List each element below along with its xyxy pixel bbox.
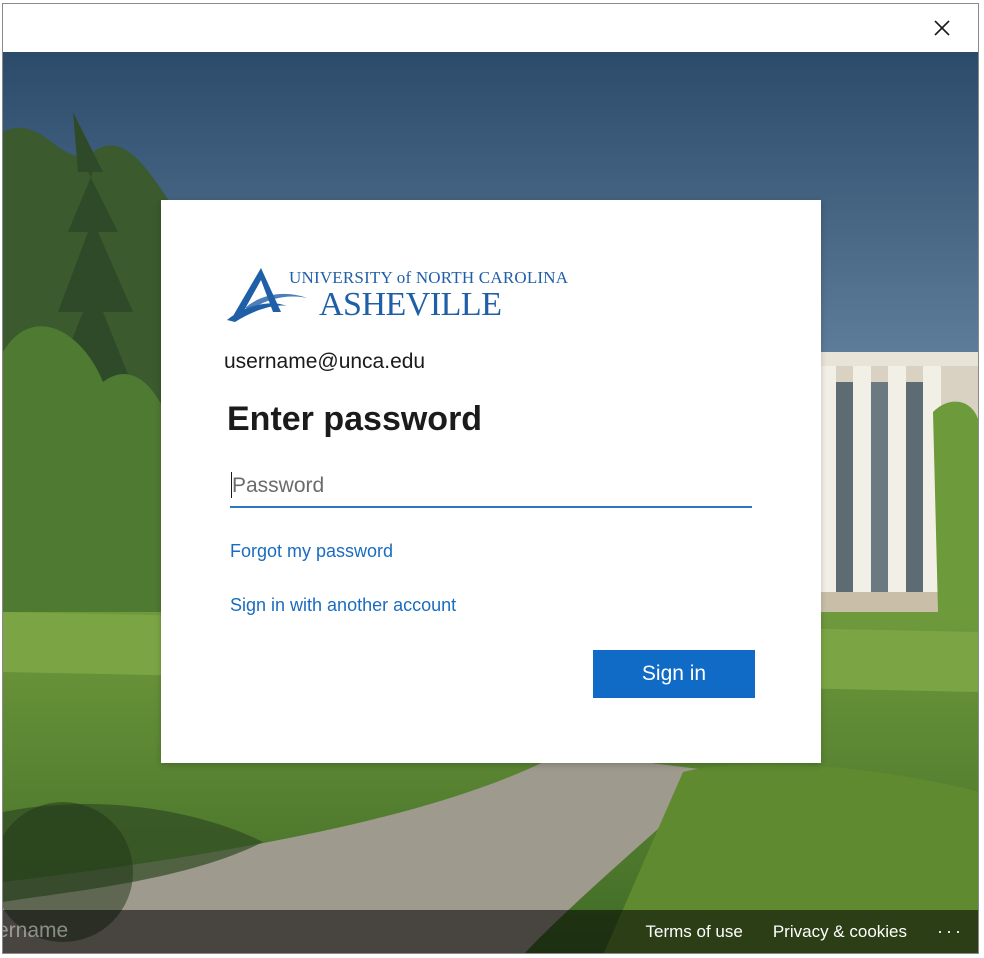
password-input[interactable] <box>230 466 752 508</box>
more-options-button[interactable]: ··· <box>937 921 964 942</box>
close-icon <box>934 20 950 36</box>
text-caret <box>231 472 232 498</box>
close-button[interactable] <box>922 12 962 44</box>
account-identity: username@unca.edu <box>224 350 426 373</box>
title-bar <box>3 4 978 52</box>
signin-button[interactable]: Sign in <box>593 650 755 698</box>
logo-line2-text: ASHEVILLE <box>319 286 502 323</box>
ghost-username-text: ername <box>2 919 69 942</box>
unca-logo: UNIVERSITY of NORTH CAROLINA ASHEVILLE <box>227 264 568 324</box>
logo-line1-text: UNIVERSITY of NORTH CAROLINA <box>289 268 569 287</box>
signin-card: UNIVERSITY of NORTH CAROLINA ASHEVILLE u… <box>161 200 821 763</box>
another-account-link[interactable]: Sign in with another account <box>230 595 456 616</box>
page-title: Enter password <box>227 400 483 438</box>
terms-link[interactable]: Terms of use <box>646 922 743 942</box>
footer-bar: ername Terms of use Privacy & cookies ··… <box>3 910 978 953</box>
privacy-link[interactable]: Privacy & cookies <box>773 922 907 942</box>
forgot-password-link[interactable]: Forgot my password <box>230 541 393 562</box>
